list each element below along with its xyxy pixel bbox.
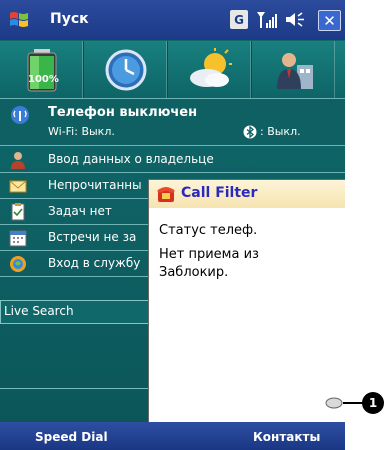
close-icon: ✕ [323, 11, 336, 30]
callout-number-badge: 1 [362, 392, 384, 414]
softkey-bar: Speed Dial Контакты [0, 422, 345, 450]
wifi-status: Wi-Fi: Выкл. [48, 125, 115, 138]
speed-dial-softkey[interactable]: Speed Dial [35, 430, 108, 444]
popup-header: Call Filter [149, 180, 345, 208]
phone-off-status: Телефон выключен [48, 105, 198, 120]
no-reception-text: Нет приема из [159, 247, 259, 262]
phone-status-text: Статус телеф. [159, 223, 258, 238]
popup-title: Call Filter [181, 185, 258, 201]
list-item-label: Задач нет [48, 204, 112, 218]
title-bar: Пуск G ✕ [0, 0, 345, 40]
owner-tile[interactable] [252, 41, 335, 98]
list-item-label: Встречи не за [48, 230, 137, 244]
contacts-softkey[interactable]: Контакты [253, 430, 320, 444]
list-item-label: Ввод данных о владельце [48, 152, 214, 166]
owner-icon [277, 53, 313, 89]
call-filter-popup[interactable]: Call Filter Статус телеф. Нет приема из … [148, 179, 345, 424]
person-icon [11, 152, 25, 169]
notification-bubble-icon[interactable] [325, 397, 343, 409]
battery-percent: 100% [28, 74, 59, 85]
owner-info-row[interactable]: Ввод данных о владельце [0, 148, 345, 173]
windows-live-icon [10, 256, 26, 272]
today-icon-row: 100% [0, 41, 345, 99]
task-icon [11, 203, 25, 221]
list-item-label: Вход в службу [48, 256, 141, 270]
volume-icon[interactable] [283, 10, 307, 29]
callout-number: 1 [368, 396, 378, 410]
signal-strength-icon[interactable] [255, 10, 279, 29]
list-item-label: Непрочитанны [48, 178, 142, 192]
weather-icon [190, 48, 232, 87]
bluetooth-icon [243, 125, 257, 139]
radio-antenna-icon [11, 106, 29, 124]
red-phone-icon [157, 187, 175, 202]
weather-tile[interactable] [168, 41, 252, 98]
start-menu-title[interactable]: Пуск [50, 11, 89, 27]
phone-status-row[interactable]: Телефон выключен Wi-Fi: Выкл. : Выкл. [0, 99, 345, 146]
phone-screen: Пуск G ✕ 100% Телефон выключен Wi-Fi: Вы… [0, 0, 345, 450]
envelope-icon [9, 180, 27, 193]
live-search-box[interactable]: Live Search [0, 300, 152, 324]
blocked-text: Заблокир. [159, 265, 229, 280]
close-button[interactable]: ✕ [318, 10, 341, 31]
gprs-badge-text: G [234, 12, 244, 27]
clock-icon [105, 49, 147, 91]
battery-icon [27, 49, 57, 92]
live-search-label: Live Search [4, 304, 74, 318]
clock-tile[interactable] [84, 41, 168, 98]
windows-start-icon[interactable] [8, 9, 30, 31]
battery-tile[interactable]: 100% [0, 41, 84, 98]
bluetooth-status: : Выкл. [260, 125, 301, 138]
calendar-icon [9, 230, 27, 247]
gprs-icon: G [230, 10, 248, 29]
